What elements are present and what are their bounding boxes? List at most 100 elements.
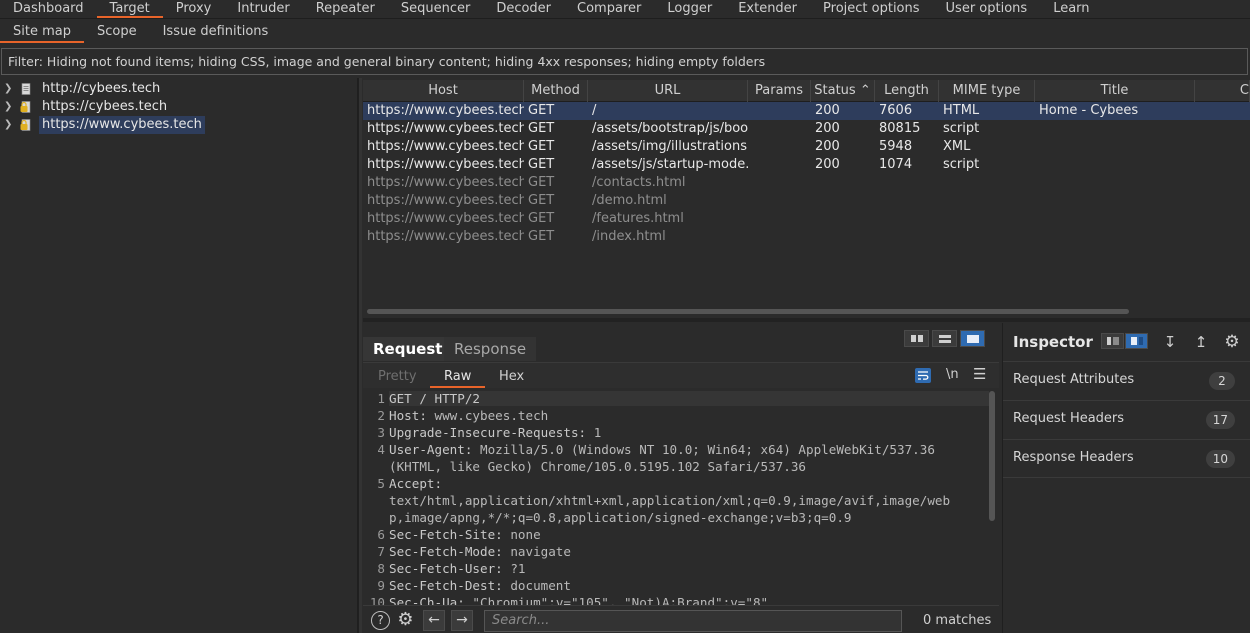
show-newlines-toggle[interactable]: \n [946,367,959,382]
chevron-right-icon[interactable]: ❯ [4,116,12,134]
filter-bar[interactable]: Filter: Hiding not found items; hiding C… [1,48,1248,75]
cell-title: Home - Cybees [1039,103,1139,118]
horizontal-splitter[interactable] [363,318,1250,322]
sort-ascending-icon: ⌃ [859,83,871,98]
inspector-settings-gear-icon[interactable]: ⚙ [1222,332,1242,352]
tab-repeater[interactable]: Repeater [303,0,388,18]
line-number: 5 [377,476,385,491]
table-row[interactable]: https://www.cybees.tech GET/contacts.html [363,174,1250,192]
code-line: Upgrade-Insecure-Requests: 1 [389,425,601,440]
menu-icon[interactable]: ☰ [973,365,986,383]
tab-proxy[interactable]: Proxy [163,0,225,18]
table-row[interactable]: https://www.cybees.tech GET/demo.html [363,192,1250,210]
inspector-row-label: Request Headers [1013,411,1125,426]
cell-url: /index.html [592,229,666,244]
tab-extender[interactable]: Extender [725,0,810,18]
tab-scope[interactable]: Scope [84,20,150,43]
raw-message-editor[interactable]: 1 GET / HTTP/2 2 Host: www.cybees.tech 3 Upgr… [363,389,999,605]
inspector-layout-right-button[interactable] [1125,333,1148,349]
help-icon[interactable]: ? [371,611,390,630]
table-horizontal-scrollbar[interactable] [363,308,1250,316]
header-name: Sec-Fetch-Mode: [389,544,503,559]
table-row[interactable]: https://www.cybees.tech GET/features.html [363,210,1250,228]
tab-project-options[interactable]: Project options [810,0,933,18]
tab-site-map[interactable]: Site map [0,20,84,43]
column-mime-type[interactable]: MIME type [939,80,1035,102]
tab-target[interactable]: Target [96,0,163,18]
tab-dashboard[interactable]: Dashboard [0,0,97,18]
column-method[interactable]: Method [524,80,588,102]
cell-method: GET [528,175,555,190]
editor-scrollbar[interactable] [989,391,995,521]
cell-url: /features.html [592,211,684,226]
tab-intruder[interactable]: Intruder [224,0,302,18]
cell-method: GET [528,139,555,154]
table-row[interactable]: https://www.cybees.tech GET / 200 7606 HTML Ho… [363,102,1250,120]
wrap-lines-toggle[interactable] [915,368,931,383]
table-row[interactable]: https://www.cybees.tech GET/assets/bootst… [363,120,1250,138]
cell-title [1035,156,1195,174]
tab-logger[interactable]: Logger [654,0,725,18]
layout-stacked-button[interactable] [932,330,957,347]
column-length[interactable]: Length [875,80,939,102]
code-line: Sec-Fetch-Site: none [389,527,541,542]
settings-gear-icon[interactable]: ⚙ [396,611,415,630]
inspector-layout-left-button[interactable] [1101,333,1124,349]
tab-request[interactable]: Request [363,337,453,361]
table-row[interactable]: https://www.cybees.tech GET/index.html [363,228,1250,246]
chevron-right-icon[interactable]: ❯ [4,98,12,116]
inspector-row-response-headers[interactable]: Response Headers 10 [1003,439,1250,478]
main-tab-bar: Dashboard Target Proxy Intruder Repeater… [0,0,1250,19]
tab-user-options[interactable]: User options [933,0,1041,18]
cell-length: 80815 [879,121,921,136]
cell-title [1035,228,1195,246]
inspector-row-label: Request Attributes [1013,372,1135,387]
cell-params [748,156,811,174]
expand-all-icon[interactable]: ↧ [1160,332,1180,352]
header-name: User-Agent: [389,442,473,457]
column-host[interactable]: Host [363,80,524,102]
cell-length: 7606 [879,103,913,118]
table-body: https://www.cybees.tech GET / 200 7606 HTML Ho… [363,102,1250,246]
cell-status [811,210,875,228]
layout-side-by-side-button[interactable] [904,330,929,347]
tree-node-label: https://www.cybees.tech [39,116,205,134]
inspector-row-request-attributes[interactable]: Request Attributes 2 [1003,361,1250,400]
table-row[interactable]: https://www.cybees.tech GET/assets/img/il… [363,138,1250,156]
code-line: Sec-Fetch-Dest: document [389,578,571,593]
tab-learn[interactable]: Learn [1040,0,1102,18]
next-match-button[interactable]: → [451,610,473,631]
tab-response[interactable]: Response [444,337,537,361]
tab-pretty[interactable]: Pretty [378,368,417,388]
tab-sequencer[interactable]: Sequencer [388,0,483,18]
cell-status [811,192,875,210]
lock-page-icon [20,101,31,113]
tab-issue-definitions[interactable]: Issue definitions [150,20,282,43]
cell-url: /assets/js/startup-mode... [592,157,748,172]
column-status[interactable]: Status ⌃ [811,80,875,102]
cell-host: https://www.cybees.tech [367,193,524,208]
tab-hex[interactable]: Hex [499,368,524,388]
cell-method: GET [528,157,555,172]
vertical-splitter[interactable] [358,78,362,633]
scrollbar-thumb[interactable] [367,309,1129,314]
collapse-all-icon[interactable]: ↥ [1191,332,1211,352]
target-sub-tab-bar: Site map Scope Issue definitions [0,20,1250,44]
column-title[interactable]: Title [1035,80,1195,102]
chevron-right-icon[interactable]: ❯ [4,80,12,98]
column-c[interactable]: C [1195,80,1250,102]
column-url[interactable]: URL [588,80,748,102]
tab-raw[interactable]: Raw [430,368,486,388]
previous-match-button[interactable]: ← [423,610,445,631]
tree-node[interactable]: ❯ http://cybees.tech [0,80,357,98]
inspector-row-request-headers[interactable]: Request Headers 17 [1003,400,1250,439]
line-number: 8 [377,561,385,576]
tab-decoder[interactable]: Decoder [483,0,564,18]
layout-tabs-button[interactable] [960,330,985,347]
table-row[interactable]: https://www.cybees.tech GET/assets/js/sta… [363,156,1250,174]
tree-node[interactable]: ❯ https://cybees.tech [0,98,357,116]
tab-comparer[interactable]: Comparer [564,0,654,18]
tree-node-selected[interactable]: ❯ https://www.cybees.tech [0,116,357,134]
search-input[interactable]: Search... [484,610,902,632]
column-params[interactable]: Params [748,80,811,102]
